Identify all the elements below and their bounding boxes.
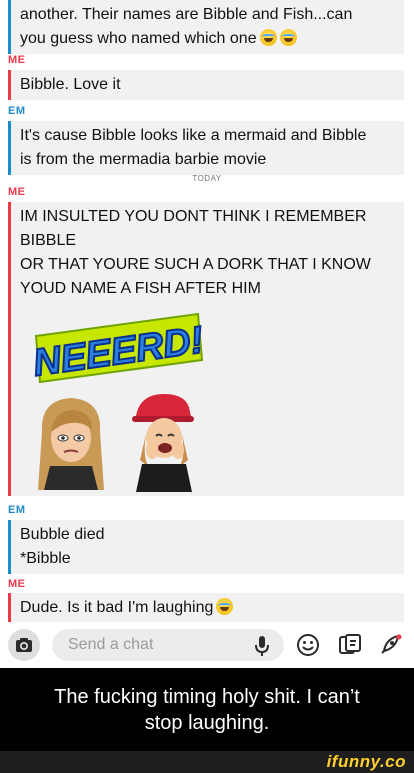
chat-thread: another. Their names are Bibble and Fish… [0,0,414,628]
camera-icon [16,638,32,652]
caption-line: stop laughing. [144,712,270,734]
sender-label: EM [8,504,26,516]
sticker-icon[interactable] [336,631,364,659]
sender-label: ME [8,578,26,590]
smiley-icon[interactable] [294,631,322,659]
laughing-emoji-icon [216,598,234,615]
neeerd-sticker[interactable]: NEEERD! [30,310,205,386]
message-line: another. Their names are Bibble and Fish… [20,6,353,23]
date-divider: TODAY [192,174,222,183]
message-line: is from the mermadia barbie movie [20,151,267,168]
sender-label: EM [8,105,26,117]
bitmoji-avatar-em [132,394,194,492]
microphone-icon[interactable] [248,631,276,659]
message-line: *Bibble [20,550,71,567]
sender-label: ME [8,186,26,198]
rocket-icon[interactable] [376,631,404,659]
message-line: Bibble. Love it [20,76,121,93]
message-line: It's cause Bibble looks like a mermaid a… [20,127,367,144]
message-line: IM INSULTED YOU DONT THINK I REMEMBER [20,208,367,225]
caption-line: The fucking timing holy shit. I can’t [54,686,360,708]
laughing-emoji-icon [279,29,297,46]
message-line: Bubble died [20,526,105,543]
message-bubble: another. Their names are Bibble and Fish… [8,0,404,54]
message-bubble: IM INSULTED YOU DONT THINK I REMEMBER BI… [8,202,404,304]
chat-composer: Send a chat [0,622,414,668]
message-line: YOUD NAME A FISH AFTER HIM [20,280,261,297]
camera-button[interactable] [8,629,40,661]
laughing-emoji-icon [259,29,277,46]
message-line: OR THAT YOURE SUCH A DORK THAT I KNOW [20,256,371,273]
message-bubble: Dude. Is it bad I'm laughing [8,593,404,623]
bitmoji-avatar-me [38,398,104,490]
message-bubble: It's cause Bibble looks like a mermaid a… [8,121,404,175]
ifunny-watermark: ifunny.co [326,752,406,771]
meme-caption: The fucking timing holy shit. I can’t st… [0,668,414,751]
message-line: Dude. Is it bad I'm laughing [20,599,214,616]
watermark-bar: ifunny.co [0,751,414,773]
message-line: BIBBLE [20,232,77,249]
message-bubble: Bibble. Love it [8,70,404,100]
message-line: you guess who named which one [20,30,257,47]
message-bubble: Bubble died *Bibble [8,520,404,574]
sender-label: ME [8,54,26,66]
